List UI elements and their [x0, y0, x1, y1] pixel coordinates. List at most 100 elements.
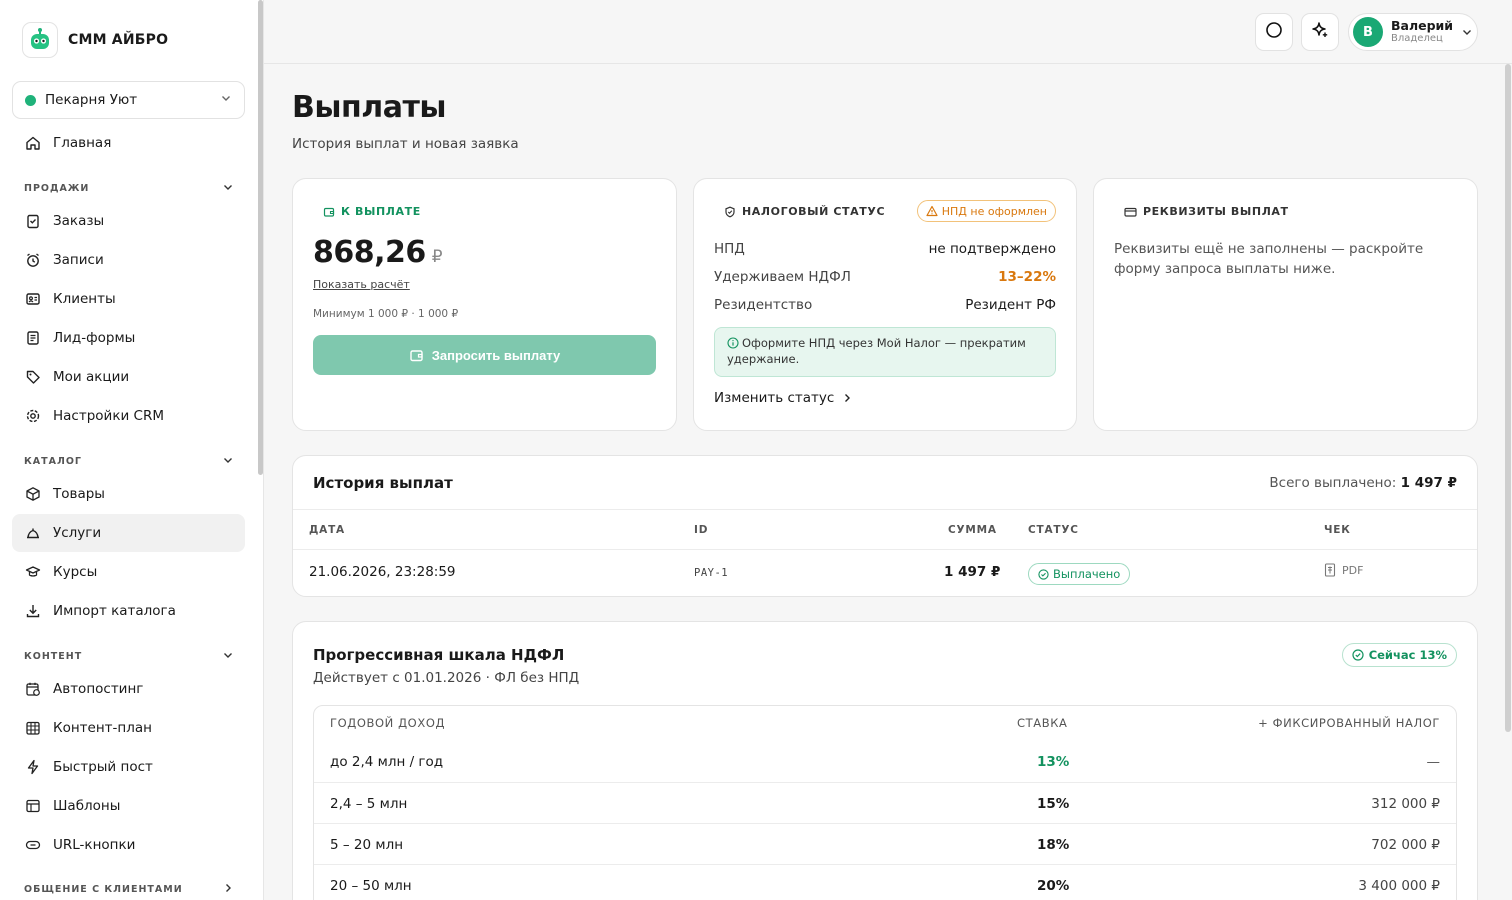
payout-amount: 868,26 ₽: [313, 235, 443, 270]
contact-card-icon: [24, 290, 42, 308]
status-badge: Выплачено: [1028, 563, 1131, 585]
sidebar-item-content-plan[interactable]: Контент-план: [12, 709, 245, 747]
section-communication-toggle[interactable]: ОБЩЕНИЕ С КЛИЕНТАМИ: [24, 881, 234, 897]
chevron-down-icon: [222, 649, 234, 664]
npd-warning-text: НПД не оформлен: [941, 204, 1047, 218]
user-name: Валерий: [1391, 18, 1454, 34]
request-payout-button[interactable]: Запросить выплату: [313, 335, 656, 375]
sidebar-item-home[interactable]: Главная: [12, 124, 245, 162]
requisites-text: Реквизиты ещё не заполнены — раскройте ф…: [1114, 241, 1424, 277]
section-catalog-toggle[interactable]: КАТАЛОГ: [24, 453, 234, 469]
sidebar-item-label: Контент-план: [53, 720, 152, 736]
chevron-down-icon: [1461, 23, 1473, 42]
sidebar-item-url-buttons[interactable]: URL-кнопки: [12, 826, 245, 864]
receipt-pdf-link[interactable]: PDF: [1324, 563, 1363, 577]
check-circle-icon: [1038, 568, 1049, 580]
workspace-selector[interactable]: Пекарня Уют: [12, 81, 245, 119]
page-title: Выплаты: [292, 90, 446, 125]
npd-info-box: Оформите НПД через Мой Налог — прекратим…: [714, 327, 1056, 377]
payout-history-card: История выплат Всего выплачено: 1 497 ₽ …: [292, 455, 1478, 597]
sidebar-item-quick-post[interactable]: Быстрый пост: [12, 748, 245, 786]
show-calculation-link[interactable]: Показать расчёт: [313, 278, 410, 291]
ai-sparkles-button[interactable]: [1301, 13, 1339, 51]
column-header-date: ДАТА: [309, 524, 345, 536]
brand-name: СММ АЙБРО: [68, 32, 169, 48]
history-total-label: Всего выплачено:: [1269, 475, 1397, 491]
section-content-toggle[interactable]: КОНТЕНТ: [24, 648, 234, 664]
sidebar-item-products[interactable]: Товары: [12, 475, 245, 513]
change-status-label: Изменить статус: [714, 390, 835, 406]
tax-row-value: 13–22%: [998, 269, 1056, 285]
payout-label-text: К ВЫПЛАТЕ: [341, 205, 421, 218]
section-title: КАТАЛОГ: [24, 455, 82, 467]
sidebar-item-label: Настройки CRM: [53, 408, 164, 424]
section-title: КОНТЕНТ: [24, 650, 83, 662]
payout-minimum: Минимум 1 000 ₽ · 1 000 ₽: [313, 308, 459, 320]
row-rate: 13%: [1037, 754, 1070, 770]
sidebar-item-label: Лид-формы: [53, 330, 136, 346]
sidebar-item-catalog-import[interactable]: Импорт каталога: [12, 592, 245, 630]
workspace-status-dot: [25, 94, 36, 106]
sidebar-item-orders[interactable]: Заказы: [12, 202, 245, 240]
sidebar-scrollbar[interactable]: [258, 0, 263, 475]
sidebar-item-bookings[interactable]: Записи: [12, 241, 245, 279]
avatar: В: [1353, 17, 1383, 47]
robot-logo-icon: [22, 22, 58, 58]
user-role: Владелец: [1391, 33, 1443, 45]
sidebar-item-label: Курсы: [53, 564, 98, 580]
sidebar-item-clients[interactable]: Клиенты: [12, 280, 245, 318]
main-scrollbar[interactable]: [1505, 64, 1511, 732]
chevron-down-icon: [220, 92, 232, 108]
workspace-name: Пекарня Уют: [45, 92, 138, 108]
shield-icon: [724, 206, 736, 218]
tax-row-key: НПД: [714, 241, 745, 257]
download-icon: [24, 602, 42, 620]
section-title: ПРОДАЖИ: [24, 182, 90, 194]
alarm-clock-icon: [24, 251, 42, 269]
user-menu[interactable]: В Валерий Владелец: [1348, 13, 1478, 51]
sidebar-item-label: Товары: [53, 486, 105, 502]
brand[interactable]: СММ АЙБРО: [22, 22, 168, 58]
chevron-right-icon: [222, 882, 234, 897]
history-total: Всего выплачено: 1 497 ₽: [1269, 475, 1457, 491]
row-date: 21.06.2026, 23:28:59: [309, 564, 456, 580]
sidebar-item-promotions[interactable]: Мои акции: [12, 358, 245, 396]
section-title: ОБЩЕНИЕ С КЛИЕНТАМИ: [24, 883, 183, 895]
tax-scale-subtitle: Действует с 01.01.2026 · ФЛ без НПД: [313, 670, 580, 686]
form-icon: [24, 329, 42, 347]
tax-row-key: Удерживаем НДФЛ: [714, 269, 851, 285]
table-row: до 2,4 млн / год 13% —: [314, 742, 1456, 783]
home-icon: [24, 134, 42, 152]
sidebar-item-crm-settings[interactable]: Настройки CRM: [12, 397, 245, 435]
sidebar-item-label: Шаблоны: [53, 798, 121, 814]
request-payout-label: Запросить выплату: [431, 347, 561, 363]
sidebar-item-autoposting[interactable]: Автопостинг: [12, 670, 245, 708]
sidebar-item-label: Мои акции: [53, 369, 130, 385]
tax-status-label: НАЛОГОВЫЙ СТАТУС: [724, 205, 885, 218]
chevron-right-icon: [842, 393, 852, 403]
sidebar-item-templates[interactable]: Шаблоны: [12, 787, 245, 825]
credit-card-icon: [1124, 206, 1137, 218]
sidebar-item-label: Записи: [53, 252, 104, 268]
chevron-down-icon: [222, 181, 234, 196]
sidebar-item-lead-forms[interactable]: Лид-формы: [12, 319, 245, 357]
sidebar-item-courses[interactable]: Курсы: [12, 553, 245, 591]
sidebar-item-label: Быстрый пост: [53, 759, 153, 775]
tax-scale-table: ГОДОВОЙ ДОХОД СТАВКА + ФИКСИРОВАННЫЙ НАЛ…: [313, 705, 1457, 900]
change-status-link[interactable]: Изменить статус: [714, 390, 852, 406]
circle-status-button[interactable]: [1255, 13, 1293, 51]
sidebar-item-label: URL-кнопки: [53, 837, 136, 853]
link-button-icon: [24, 836, 42, 854]
table-row: 20 – 50 млн 20% 3 400 000 ₽: [314, 864, 1456, 900]
box-icon: [24, 485, 42, 503]
tax-scale-card: Прогрессивная шкала НДФЛ Действует с 01.…: [292, 621, 1478, 900]
section-sales-toggle[interactable]: ПРОДАЖИ: [24, 180, 234, 196]
circle-icon: [1265, 21, 1283, 43]
sidebar-item-services[interactable]: Услуги: [12, 514, 245, 552]
current-rate-badge: Сейчас 13%: [1341, 643, 1457, 667]
graduation-cap-icon: [24, 563, 42, 581]
tax-status-label-text: НАЛОГОВЫЙ СТАТУС: [742, 205, 886, 218]
current-rate-text: Сейчас 13%: [1368, 648, 1447, 662]
column-header-fixed-tax: + ФИКСИРОВАННЫЙ НАЛОГ: [1258, 716, 1440, 730]
npd-warning-badge: НПД не оформлен: [916, 200, 1056, 222]
